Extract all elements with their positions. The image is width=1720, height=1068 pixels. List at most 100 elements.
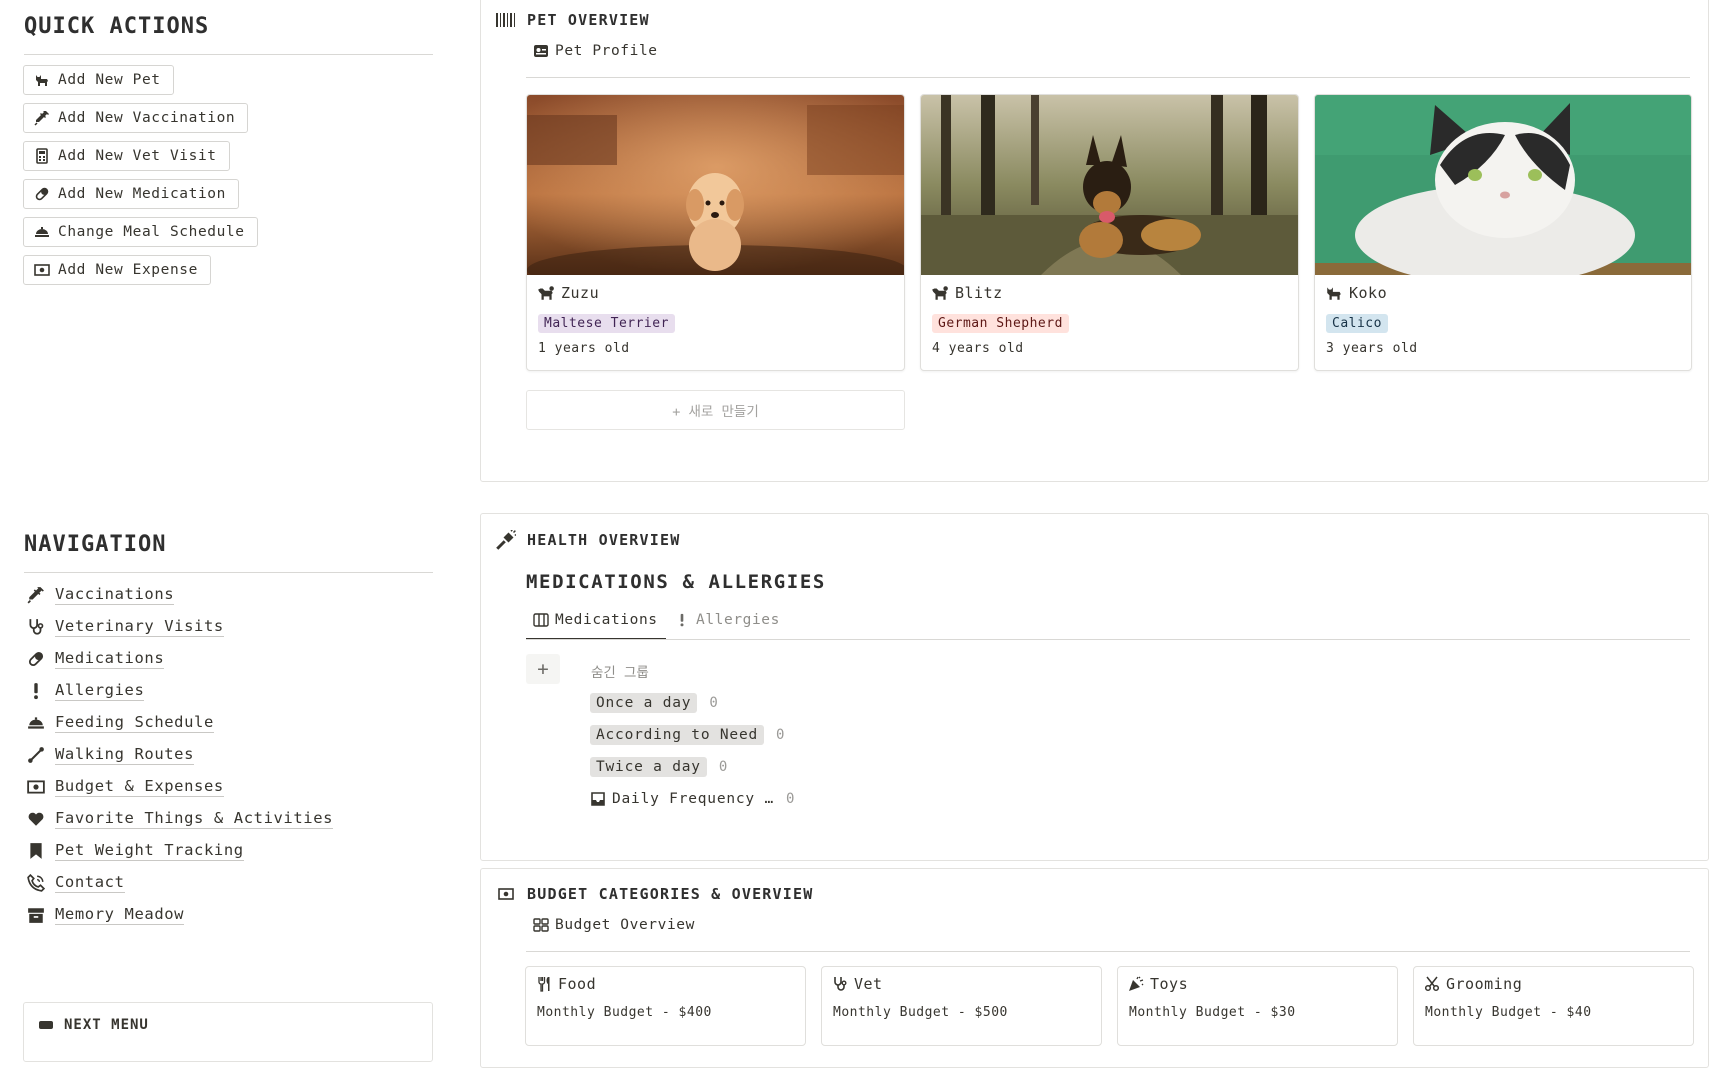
group-row-daily-frequency[interactable]: Daily Frequency … 0 xyxy=(590,787,794,811)
gallery-icon xyxy=(533,917,549,933)
nav-item-memory-meadow[interactable]: Memory Meadow xyxy=(26,902,185,928)
nav-item-medications[interactable]: Medications xyxy=(26,646,165,672)
pet-profile-divider xyxy=(526,77,1690,78)
next-menu-header: NEXT MENU xyxy=(38,1017,149,1033)
breed-tag: German Shepherd xyxy=(932,314,1069,333)
tab-allergies-label: Allergies xyxy=(696,612,780,628)
pet-age: 4 years old xyxy=(932,341,1024,356)
pet-overview-panel: PET OVERVIEW Pet Profile Zuzu Maltese Te… xyxy=(480,0,1709,482)
money-icon xyxy=(26,777,46,797)
add-new-vaccination-button[interactable]: Add New Vaccination xyxy=(23,103,249,133)
budget-card-food[interactable]: Food Monthly Budget - $400 xyxy=(525,966,806,1046)
nav-item-feeding-schedule[interactable]: Feeding Schedule xyxy=(26,710,214,736)
table-icon xyxy=(533,612,549,628)
add-new-pet-button[interactable]: Add New Pet xyxy=(23,65,174,95)
pet-age: 3 years old xyxy=(1326,341,1418,356)
pet-card-blitz[interactable]: Blitz German Shepherd 4 years old xyxy=(920,94,1299,371)
nav-item-vaccinations[interactable]: Vaccinations xyxy=(26,582,175,608)
pill-icon xyxy=(34,186,50,202)
pet-card-zuzu[interactable]: Zuzu Maltese Terrier 1 years old xyxy=(526,94,905,371)
cat-icon xyxy=(34,72,50,88)
new-pet-card-button[interactable]: + 새로 만들기 xyxy=(526,390,905,430)
nav-item-veterinary-visits[interactable]: Veterinary Visits xyxy=(26,614,224,640)
pet-age: 1 years old xyxy=(538,341,630,356)
budget-card-title: Food xyxy=(536,975,596,993)
add-new-vet-visit-button[interactable]: Add New Vet Visit xyxy=(23,141,230,171)
food-tray-icon xyxy=(26,713,46,733)
budget-header: BUDGET CATEGORIES & OVERVIEW xyxy=(495,883,813,905)
breed-tag: Calico xyxy=(1326,314,1388,333)
nav-item-label: Pet Weight Tracking xyxy=(55,841,244,861)
nav-item-contact[interactable]: Contact xyxy=(26,870,125,896)
budget-card-title: Grooming xyxy=(1424,975,1522,993)
tabs-divider xyxy=(526,639,1690,640)
pet-profile-view-tab[interactable]: Pet Profile xyxy=(533,43,658,59)
money-icon xyxy=(495,883,517,905)
dog-icon xyxy=(931,284,949,302)
nav-item-budget-expenses[interactable]: Budget & Expenses xyxy=(26,774,224,800)
next-menu-label: NEXT MENU xyxy=(64,1017,149,1033)
group-label: Daily Frequency … xyxy=(612,791,775,807)
party-icon xyxy=(1128,976,1144,992)
nav-item-label: Veterinary Visits xyxy=(55,617,224,637)
tab-medications[interactable]: Medications xyxy=(533,612,658,628)
pet-card-koko[interactable]: Koko Calico 3 years old xyxy=(1314,94,1692,371)
budget-card-title: Vet xyxy=(832,975,883,993)
health-overview-header: HEALTH OVERVIEW xyxy=(495,529,680,551)
add-new-vaccination-label: Add New Vaccination xyxy=(58,110,236,126)
exclamation-icon xyxy=(26,681,46,701)
group-row-once-a-day[interactable]: Once a day 0 xyxy=(590,691,718,715)
barcode-icon xyxy=(495,9,517,31)
budget-overview-view-tab[interactable]: Budget Overview xyxy=(533,917,695,933)
flashlight-icon xyxy=(495,529,517,551)
nav-item-label: Medications xyxy=(55,649,165,669)
pet-name: Blitz xyxy=(931,284,1003,302)
group-row-according-to-need[interactable]: According to Need 0 xyxy=(590,723,784,747)
nav-item-favorite-things[interactable]: Favorite Things & Activities xyxy=(26,806,334,832)
breed-tag: Maltese Terrier xyxy=(538,314,675,333)
add-new-vet-visit-label: Add New Vet Visit xyxy=(58,148,217,164)
nav-item-label: Vaccinations xyxy=(55,585,175,605)
nav-item-label: Budget & Expenses xyxy=(55,777,224,797)
add-group-button[interactable]: + xyxy=(526,654,560,684)
monthly-budget: Monthly Budget - $40 xyxy=(1425,1005,1592,1020)
nav-item-walking-routes[interactable]: Walking Routes xyxy=(26,742,195,768)
change-meal-schedule-label: Change Meal Schedule xyxy=(58,224,245,240)
budget-divider xyxy=(526,951,1690,952)
hidden-groups-label[interactable]: 숨긴 그룹 xyxy=(591,661,649,681)
tab-allergies[interactable]: Allergies xyxy=(674,612,780,628)
nav-item-allergies[interactable]: Allergies xyxy=(26,678,145,704)
nav-item-label: Favorite Things & Activities xyxy=(55,809,334,829)
add-new-expense-button[interactable]: Add New Expense xyxy=(23,255,211,285)
budget-card-name: Toys xyxy=(1150,975,1189,993)
scissors-icon xyxy=(1424,976,1440,992)
add-new-medication-button[interactable]: Add New Medication xyxy=(23,179,239,209)
exclamation-icon xyxy=(674,612,690,628)
utensils-icon xyxy=(536,976,552,992)
budget-card-vet[interactable]: Vet Monthly Budget - $500 xyxy=(821,966,1102,1046)
budget-card-toys[interactable]: Toys Monthly Budget - $30 xyxy=(1117,966,1398,1046)
inbox-icon xyxy=(590,791,606,807)
navigation-title: NAVIGATION xyxy=(24,532,167,557)
budget-card-title: Toys xyxy=(1128,975,1188,993)
nav-item-label: Contact xyxy=(55,873,125,893)
group-count: 0 xyxy=(718,759,728,775)
pill-icon xyxy=(26,649,46,669)
change-meal-schedule-button[interactable]: Change Meal Schedule xyxy=(23,217,258,247)
budget-card-grooming[interactable]: Grooming Monthly Budget - $40 xyxy=(1413,966,1694,1046)
syringe-icon xyxy=(26,585,46,605)
nav-item-pet-weight-tracking[interactable]: Pet Weight Tracking xyxy=(26,838,244,864)
bookmark-icon xyxy=(26,841,46,861)
pet-name: Zuzu xyxy=(537,284,599,302)
add-new-medication-label: Add New Medication xyxy=(58,186,226,202)
budget-card-name: Food xyxy=(558,975,597,993)
group-count: 0 xyxy=(776,727,785,743)
group-label: Once a day xyxy=(590,693,698,713)
monthly-budget: Monthly Budget - $400 xyxy=(537,1005,712,1020)
group-label: Twice a day xyxy=(590,757,707,777)
nav-item-label: Allergies xyxy=(55,681,145,701)
heart-icon xyxy=(26,809,46,829)
group-row-twice-a-day[interactable]: Twice a day 0 xyxy=(590,755,727,779)
group-label: According to Need xyxy=(590,725,765,745)
pet-name: Koko xyxy=(1325,284,1387,302)
